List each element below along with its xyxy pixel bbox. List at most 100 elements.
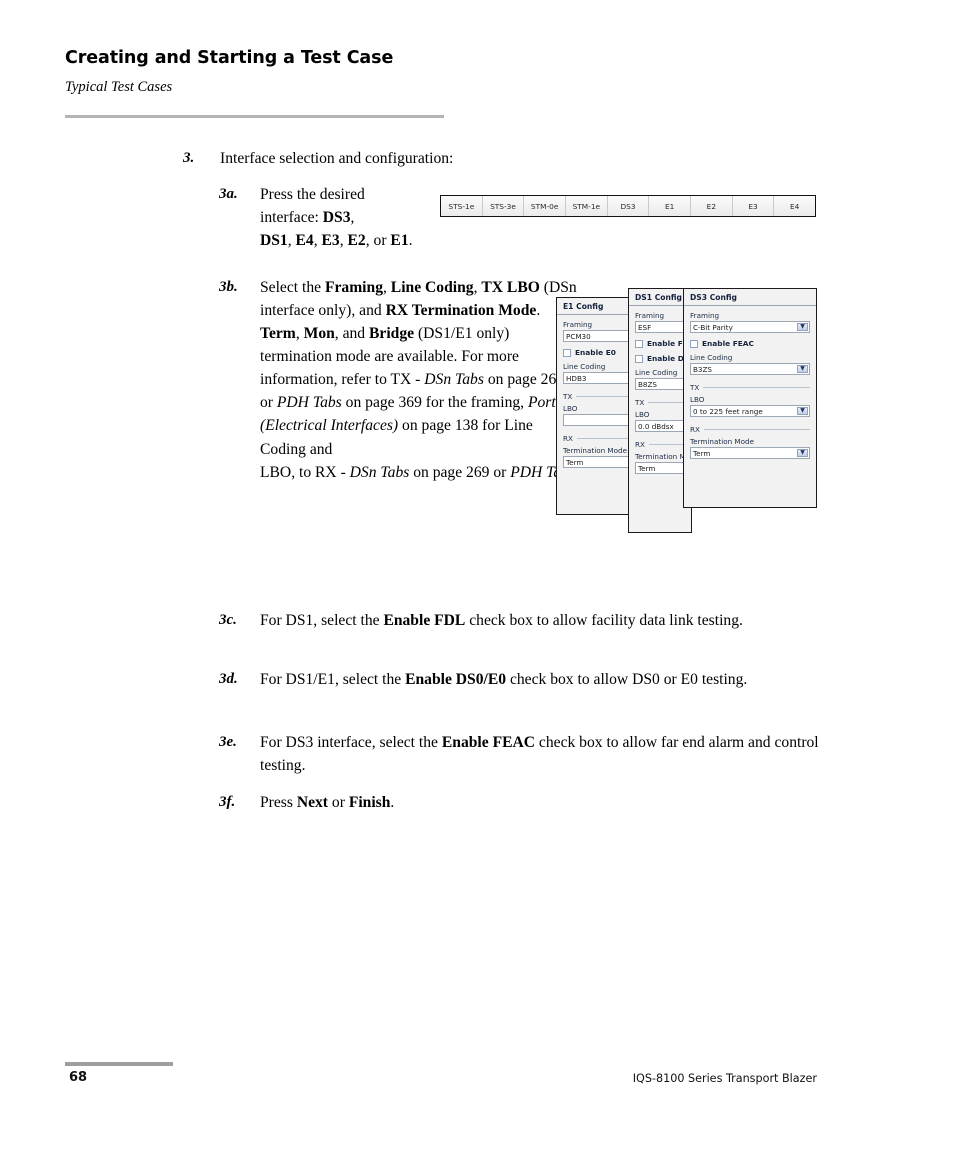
ds3-framing-dropdown[interactable]: C-Bit Parity ▼ xyxy=(690,321,810,333)
ds1-lbo-field[interactable]: 0.0 dBdsx xyxy=(635,420,685,432)
ds3-enable-feac-checkbox[interactable] xyxy=(690,339,698,348)
ds3-tx-rule xyxy=(703,387,810,388)
tab-e4[interactable]: E4 xyxy=(774,196,816,216)
s3b-bridge: Bridge xyxy=(369,325,415,343)
s3b-t5: . xyxy=(536,302,541,320)
step-3a-number: 3a. xyxy=(219,186,238,202)
chevron-down-icon[interactable]: ▼ xyxy=(797,449,808,457)
step-3c: 3c. For DS1, select the Enable FDL check… xyxy=(219,609,834,632)
ds1-linecoding-label: Line Coding xyxy=(635,368,678,377)
ds1-enable-ds0-row[interactable]: Enable DS0 xyxy=(635,354,691,363)
step-3f: 3f. Press Next or Finish. xyxy=(219,791,834,814)
ds1-linecoding-field[interactable]: B8ZS xyxy=(635,378,685,390)
step-3a-period: . xyxy=(408,232,413,250)
s3b-tail-2: on page 269 or xyxy=(409,463,511,481)
e1-enable-e0-checkbox[interactable] xyxy=(563,348,571,357)
s3f-t1: Press xyxy=(260,794,297,811)
ds1-tx-label: TX xyxy=(635,398,645,407)
ds1-config-body: Framing ESF Enable FDL Enable DS0 Line C… xyxy=(629,306,691,478)
ds3-tx-label: TX xyxy=(690,383,700,392)
step-3a-or: , or xyxy=(365,232,391,250)
s3f-next: Next xyxy=(296,794,329,811)
chevron-down-icon[interactable]: ▼ xyxy=(797,365,808,373)
ds1-lbo-value: 0.0 dBdsx xyxy=(638,421,674,431)
tab-sts-3e[interactable]: STS-3e xyxy=(482,196,525,216)
tab-e1[interactable]: E1 xyxy=(649,196,692,216)
e1-framing-label: Framing xyxy=(563,320,593,329)
step-3-text: Interface selection and configuration: xyxy=(220,150,454,167)
step-3e-text: For DS3 interface, select the Enable FEA… xyxy=(260,731,834,777)
ds1-enable-fdl-row[interactable]: Enable FDL xyxy=(635,339,691,348)
e1-rx-rule xyxy=(576,438,633,439)
e1-tx-rule xyxy=(576,396,633,397)
ds3-lbo-dropdown[interactable]: 0 to 225 feet range ▼ xyxy=(690,405,810,417)
ds3-config-body: Framing C-Bit Parity ▼ Enable FEAC Line … xyxy=(684,306,816,463)
tab-sts-1e[interactable]: STS-1e xyxy=(441,196,483,216)
ds3-termination-dropdown[interactable]: Term ▼ xyxy=(690,447,810,459)
ds1-rx-group-header: RX xyxy=(635,440,685,449)
s3c-t1: For DS1, select the xyxy=(260,612,384,629)
chevron-down-icon[interactable]: ▼ xyxy=(797,323,808,331)
s3d-t2: check box to allow DS0 or E0 testing. xyxy=(506,671,748,688)
tab-e3[interactable]: E3 xyxy=(732,196,775,216)
s3f-t2: or xyxy=(328,794,349,811)
e1-rx-group-header: RX xyxy=(563,434,633,443)
step-3b-paragraph-main: Select the Framing, Line Coding, TX LBO … xyxy=(260,276,578,461)
e1-termination-field[interactable]: Term xyxy=(563,456,633,468)
s3b-term: Term xyxy=(260,325,296,343)
step-3a-line1: Press the desired xyxy=(260,186,365,203)
e1-lbo-field[interactable] xyxy=(563,414,633,426)
e1-config-title: E1 Config xyxy=(557,298,639,315)
tab-ds3[interactable]: DS3 xyxy=(607,196,650,216)
page-title: Creating and Starting a Test Case xyxy=(65,48,394,68)
page-subtitle: Typical Test Cases xyxy=(65,79,173,95)
ds1-lbo-label: LBO xyxy=(635,410,650,419)
step-3a-line2-suffix: , xyxy=(350,209,355,227)
ds1-termination-label: Termination Mode xyxy=(635,452,691,461)
s3b-tx-lbo: TX LBO xyxy=(481,279,540,296)
ds1-framing-field[interactable]: ESF xyxy=(635,321,685,333)
step-3a-e4: E4 xyxy=(295,232,314,250)
ds3-rx-group-header: RX xyxy=(690,425,810,434)
e1-lbo-label: LBO xyxy=(563,404,578,413)
ds3-framing-value: C-Bit Parity xyxy=(693,322,733,332)
ds1-enable-fdl-checkbox[interactable] xyxy=(635,339,643,348)
e1-enable-e0-row[interactable]: Enable E0 xyxy=(563,348,633,357)
ds3-rx-label: RX xyxy=(690,425,700,434)
chevron-down-icon[interactable]: ▼ xyxy=(797,407,808,415)
e1-linecoding-field[interactable]: HDB3 xyxy=(563,372,633,384)
ds3-linecoding-dropdown[interactable]: B3ZS ▼ xyxy=(690,363,810,375)
s3b-framing: Framing xyxy=(324,279,383,296)
ds1-termination-value: Term xyxy=(638,463,656,473)
ds3-enable-feac-row[interactable]: Enable FEAC xyxy=(690,339,810,348)
ds3-termination-value: Term xyxy=(693,448,711,458)
page-header: Creating and Starting a Test Case Typica… xyxy=(65,48,445,96)
ds1-enable-ds0-checkbox[interactable] xyxy=(635,354,643,363)
footer-page-number: 68 xyxy=(69,1070,88,1085)
step-3a-e3: E3 xyxy=(321,232,340,250)
ds1-rx-label: RX xyxy=(635,440,645,449)
e1-termination-value: Term xyxy=(566,457,584,467)
ds3-tx-group-header: TX xyxy=(690,383,810,392)
tab-stm-0e[interactable]: STM-0e xyxy=(524,196,567,216)
ds3-linecoding-value: B3ZS xyxy=(693,364,712,374)
e1-termination-label: Termination Mode xyxy=(563,446,628,455)
step-3e: 3e. For DS3 interface, select the Enable… xyxy=(219,731,834,777)
s3b-t7: , and xyxy=(334,325,370,343)
ds1-framing-value: ESF xyxy=(638,322,652,332)
s3f-t3: . xyxy=(390,794,395,811)
interface-tab-strip[interactable]: STS-1e STS-3e STM-0e STM-1e DS3 E1 E2 E3… xyxy=(440,195,816,217)
ds1-termination-field[interactable]: Term xyxy=(635,462,685,474)
step-3a: 3a. Press the desired interface: DS3, DS… xyxy=(219,183,429,252)
e1-framing-field[interactable]: PCM30 xyxy=(563,330,633,342)
step-3-number: 3. xyxy=(183,150,195,166)
step-3f-number: 3f. xyxy=(219,794,236,810)
tab-stm-1e[interactable]: STM-1e xyxy=(566,196,608,216)
ds3-config-panel[interactable]: DS3 Config Framing C-Bit Parity ▼ Enable… xyxy=(683,288,817,508)
tab-e2[interactable]: E2 xyxy=(691,196,733,216)
step-3d: 3d. For DS1/E1, select the Enable DS0/E0… xyxy=(219,668,834,691)
ds3-termination-label: Termination Mode xyxy=(690,437,755,446)
e1-linecoding-value: HDB3 xyxy=(566,373,587,383)
s3c-t2: check box to allow facility data link te… xyxy=(465,612,743,629)
step-3a-line2-prefix: interface: xyxy=(260,209,323,227)
